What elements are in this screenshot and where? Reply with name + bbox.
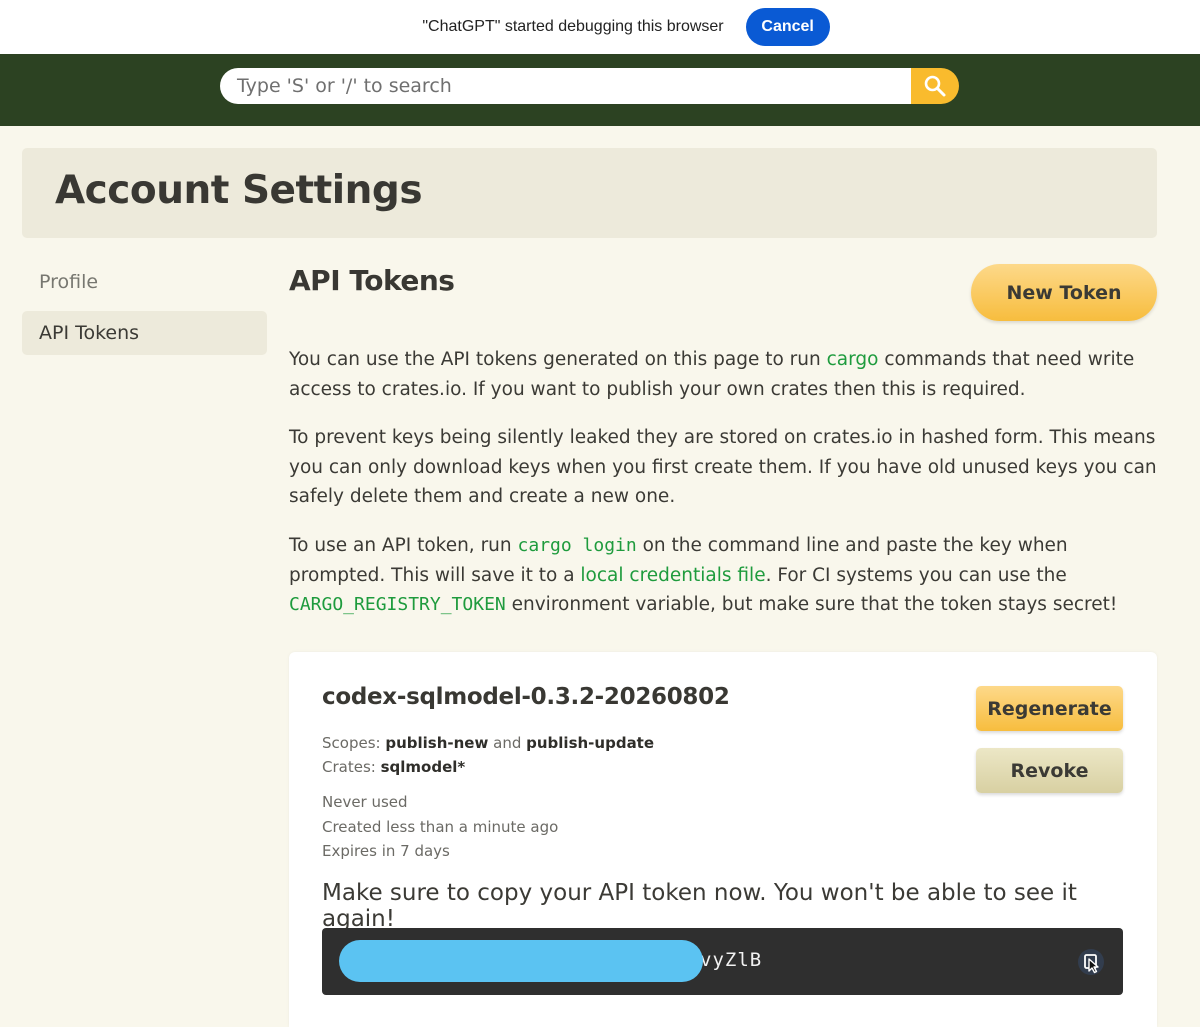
- hashed-keys-paragraph: To prevent keys being silently leaked th…: [289, 427, 1157, 507]
- sidebar-item-profile[interactable]: Profile: [22, 260, 267, 304]
- sidebar-item-api-tokens[interactable]: API Tokens: [22, 311, 267, 355]
- page-title: Account Settings: [55, 168, 423, 213]
- cancel-debug-button[interactable]: Cancel: [745, 8, 830, 46]
- scopes-label: Scopes:: [322, 734, 381, 752]
- token-name: codex-sqlmodel-0.3.2-20260802: [322, 684, 730, 710]
- intro-paragraph: You can use the API tokens generated on …: [289, 345, 1159, 404]
- copy-token-button[interactable]: [1074, 945, 1108, 979]
- search-button[interactable]: [911, 68, 959, 104]
- token-scopes: Scopes: publish-new and publish-update: [322, 734, 654, 752]
- token-value-box: vyZlB: [322, 928, 1123, 995]
- text: environment variable, but make sure that…: [505, 594, 1118, 615]
- page-header: Account Settings: [22, 148, 1157, 238]
- new-token-button[interactable]: New Token: [971, 264, 1157, 321]
- section-title: API Tokens: [289, 264, 455, 297]
- token-last-used: Never used: [322, 793, 408, 811]
- cargo-registry-token-code: CARGO_REGISTRY_TOKEN: [289, 594, 506, 615]
- copy-icon: [1078, 949, 1104, 975]
- debug-message: "ChatGPT" started debugging this browser: [422, 18, 724, 35]
- search-input[interactable]: Type 'S' or '/' to search: [220, 68, 911, 104]
- text: . For CI systems you can use the: [765, 564, 1067, 586]
- token-created: Created less than a minute ago: [322, 818, 559, 836]
- copy-warning: Make sure to copy your API token now. Yo…: [322, 880, 1077, 932]
- token-crates: Crates: sqlmodel*: [322, 758, 465, 776]
- redaction-overlay: [339, 940, 703, 982]
- scope-publish-update: publish-update: [526, 734, 655, 752]
- scope-conjunction: and: [493, 734, 522, 752]
- text: To use an API token, run: [289, 535, 518, 556]
- token-card: codex-sqlmodel-0.3.2-20260802 Scopes: pu…: [289, 652, 1157, 1027]
- revoke-button[interactable]: Revoke: [976, 748, 1123, 793]
- search-bar: Type 'S' or '/' to search: [220, 68, 959, 104]
- cargo-login-code: cargo login: [517, 535, 637, 556]
- token-value-visible: vyZlB: [700, 949, 763, 971]
- local-credentials-link[interactable]: local credentials file: [580, 565, 765, 586]
- debug-banner: "ChatGPT" started debugging this browser…: [0, 0, 1200, 54]
- sidebar-item-label: Profile: [39, 271, 99, 293]
- token-expires: Expires in 7 days: [322, 842, 450, 860]
- usage-paragraph: To use an API token, run cargo login on …: [289, 531, 1159, 620]
- sidebar-item-label: API Tokens: [39, 322, 140, 344]
- search-placeholder: Type 'S' or '/' to search: [237, 75, 452, 97]
- regenerate-button[interactable]: Regenerate: [976, 686, 1123, 731]
- crates-value: sqlmodel*: [380, 758, 466, 776]
- cargo-link[interactable]: cargo: [827, 349, 879, 370]
- site-header: Type 'S' or '/' to search: [0, 54, 1200, 126]
- text: You can use the API tokens generated on …: [289, 349, 827, 370]
- search-icon: [924, 75, 946, 97]
- crates-label: Crates:: [322, 758, 376, 776]
- scope-publish-new: publish-new: [385, 734, 489, 752]
